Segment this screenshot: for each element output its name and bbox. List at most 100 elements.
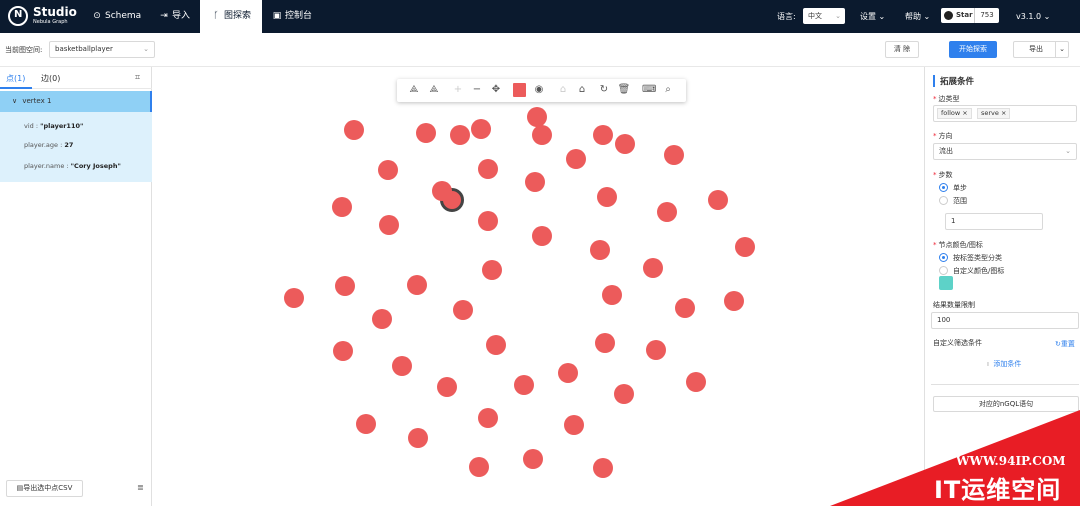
close-icon[interactable]: × xyxy=(962,109,967,117)
graph-vertex-node[interactable] xyxy=(595,333,615,353)
fullscreen-icon[interactable]: ⌗ xyxy=(135,73,140,83)
graph-vertex-node[interactable] xyxy=(478,408,498,428)
graph-vertex-node[interactable] xyxy=(657,202,677,222)
expand-icon[interactable]: ⟁ xyxy=(407,83,421,97)
graph-vertex-node[interactable] xyxy=(416,123,436,143)
close-icon[interactable]: × xyxy=(1001,109,1006,117)
explore-header-bar: 当前图空间: basketballplayer ⌄ 清 除 开始探索 导出 ⌄ xyxy=(0,33,1080,67)
start-explore-button[interactable]: 开始探索 xyxy=(949,41,997,58)
graph-vertex-node[interactable] xyxy=(407,275,427,295)
unlock-icon[interactable]: ⌂ xyxy=(575,83,589,97)
language-select[interactable]: 中文 ⌄ xyxy=(803,8,845,24)
nav-explore[interactable]: ᚴ 图探索 xyxy=(200,0,262,33)
graph-vertex-node[interactable] xyxy=(478,211,498,231)
logo-name: Studio xyxy=(33,5,77,19)
graph-vertex-node[interactable] xyxy=(566,149,586,169)
direction-select[interactable]: 流出 ⌄ xyxy=(933,143,1077,160)
graph-vertex-node[interactable] xyxy=(453,300,473,320)
lock-icon[interactable]: ⌂ xyxy=(556,83,570,97)
divider xyxy=(931,384,1079,385)
graph-vertex-node[interactable] xyxy=(646,340,666,360)
graph-vertex-node[interactable] xyxy=(469,457,489,477)
graph-space-select[interactable]: basketballplayer ⌄ xyxy=(49,41,155,58)
common-neighbor-icon[interactable]: ⟁ xyxy=(427,83,441,97)
graph-vertex-node[interactable] xyxy=(284,288,304,308)
version-menu[interactable]: v3.1.0 ⌄ xyxy=(1016,0,1050,33)
graph-vertex-node[interactable] xyxy=(525,172,545,192)
graph-vertex-node[interactable] xyxy=(558,363,578,383)
graph-vertex-node[interactable] xyxy=(593,125,613,145)
graph-vertex-node[interactable] xyxy=(708,190,728,210)
vertex-item-header[interactable]: ∨ vertex 1 xyxy=(0,91,152,112)
graph-vertex-node[interactable] xyxy=(523,449,543,469)
nav-schema[interactable]: ⊙ Schema xyxy=(92,0,142,33)
studio-logo[interactable]: Studio Nebula Graph xyxy=(8,4,78,28)
add-condition-link[interactable]: ı 添加条件 xyxy=(987,359,1021,369)
tab-vertex[interactable]: 点(1) xyxy=(6,73,25,84)
edge-type-select[interactable]: follow × serve × xyxy=(933,105,1077,122)
export-csv-button[interactable]: ▤导出选中点CSV xyxy=(6,480,83,497)
settings-menu[interactable]: 设置 ⌄ xyxy=(860,0,885,33)
github-star-button[interactable]: Star 753 xyxy=(941,8,999,23)
zoom-in-icon[interactable]: + xyxy=(451,83,465,97)
graph-vertex-node[interactable] xyxy=(590,240,610,260)
graph-vertex-node[interactable] xyxy=(478,159,498,179)
graph-vertex-node[interactable] xyxy=(615,134,635,154)
graph-vertex-node[interactable] xyxy=(486,335,506,355)
graph-vertex-node[interactable] xyxy=(597,187,617,207)
graph-vertex-node[interactable] xyxy=(344,120,364,140)
graph-vertex-node[interactable] xyxy=(527,107,547,127)
clear-button[interactable]: 清 除 xyxy=(885,41,919,58)
zoom-out-icon[interactable]: − xyxy=(470,83,484,97)
limit-input[interactable]: 100 xyxy=(931,312,1079,329)
chevron-down-icon: ⌄ xyxy=(143,45,149,53)
color-swatch-icon[interactable] xyxy=(513,83,526,97)
graph-vertex-node[interactable] xyxy=(378,160,398,180)
graph-vertex-node[interactable] xyxy=(593,458,613,478)
graph-vertex-node[interactable] xyxy=(437,377,457,397)
reset-link[interactable]: ↻重置 xyxy=(1055,339,1075,349)
help-menu[interactable]: 帮助 ⌄ xyxy=(905,0,930,33)
graph-vertex-node[interactable] xyxy=(450,125,470,145)
graph-vertex-node[interactable] xyxy=(392,356,412,376)
graph-vertex-node[interactable] xyxy=(335,276,355,296)
graph-vertex-node[interactable] xyxy=(333,341,353,361)
graph-vertex-node[interactable] xyxy=(686,372,706,392)
graph-vertex-node[interactable] xyxy=(735,237,755,257)
move-icon[interactable]: ✥ xyxy=(489,83,503,97)
edge-tag-follow[interactable]: follow × xyxy=(937,108,972,119)
graph-vertex-node[interactable] xyxy=(614,384,634,404)
graph-vertex-node[interactable] xyxy=(514,375,534,395)
search-icon[interactable]: ⌕ xyxy=(661,83,675,97)
graph-vertex-node[interactable] xyxy=(602,285,622,305)
nav-import[interactable]: ⇥ 导入 xyxy=(159,0,193,33)
graph-vertex-node[interactable] xyxy=(432,181,452,201)
keyboard-icon[interactable]: ⌨ xyxy=(642,83,656,97)
list-toggle-icon[interactable]: ≣ xyxy=(137,483,144,492)
graph-vertex-node[interactable] xyxy=(532,226,552,246)
node-color-swatch[interactable] xyxy=(939,276,953,290)
undo-icon[interactable]: ↻ xyxy=(597,83,611,97)
graph-vertex-node[interactable] xyxy=(724,291,744,311)
graph-vertex-node[interactable] xyxy=(372,309,392,329)
radio-icon xyxy=(939,196,948,205)
edge-tag-serve[interactable]: serve × xyxy=(977,108,1011,119)
graph-vertex-node[interactable] xyxy=(675,298,695,318)
delete-icon[interactable]: 🗑 xyxy=(617,83,631,97)
graph-vertex-node[interactable] xyxy=(643,258,663,278)
step-input[interactable]: 1 xyxy=(945,213,1043,230)
nav-console[interactable]: ▣ 控制台 xyxy=(272,0,318,33)
graph-vertex-node[interactable] xyxy=(408,428,428,448)
hide-icon[interactable]: ◉ xyxy=(532,83,546,97)
graph-vertex-node[interactable] xyxy=(356,414,376,434)
graph-vertex-node[interactable] xyxy=(471,119,491,139)
graph-vertex-node[interactable] xyxy=(332,197,352,217)
graph-canvas[interactable]: ⟁ ⟁ + − ✥ ◉ ⌂ ⌂ ↻ 🗑 ⌨ ⌕ xyxy=(152,67,924,506)
graph-vertex-node[interactable] xyxy=(379,215,399,235)
graph-vertex-node[interactable] xyxy=(532,125,552,145)
graph-vertex-node[interactable] xyxy=(564,415,584,435)
graph-vertex-node[interactable] xyxy=(664,145,684,165)
export-button[interactable]: 导出 ⌄ xyxy=(1013,41,1069,58)
tab-edge[interactable]: 边(0) xyxy=(41,73,60,84)
graph-vertex-node[interactable] xyxy=(482,260,502,280)
